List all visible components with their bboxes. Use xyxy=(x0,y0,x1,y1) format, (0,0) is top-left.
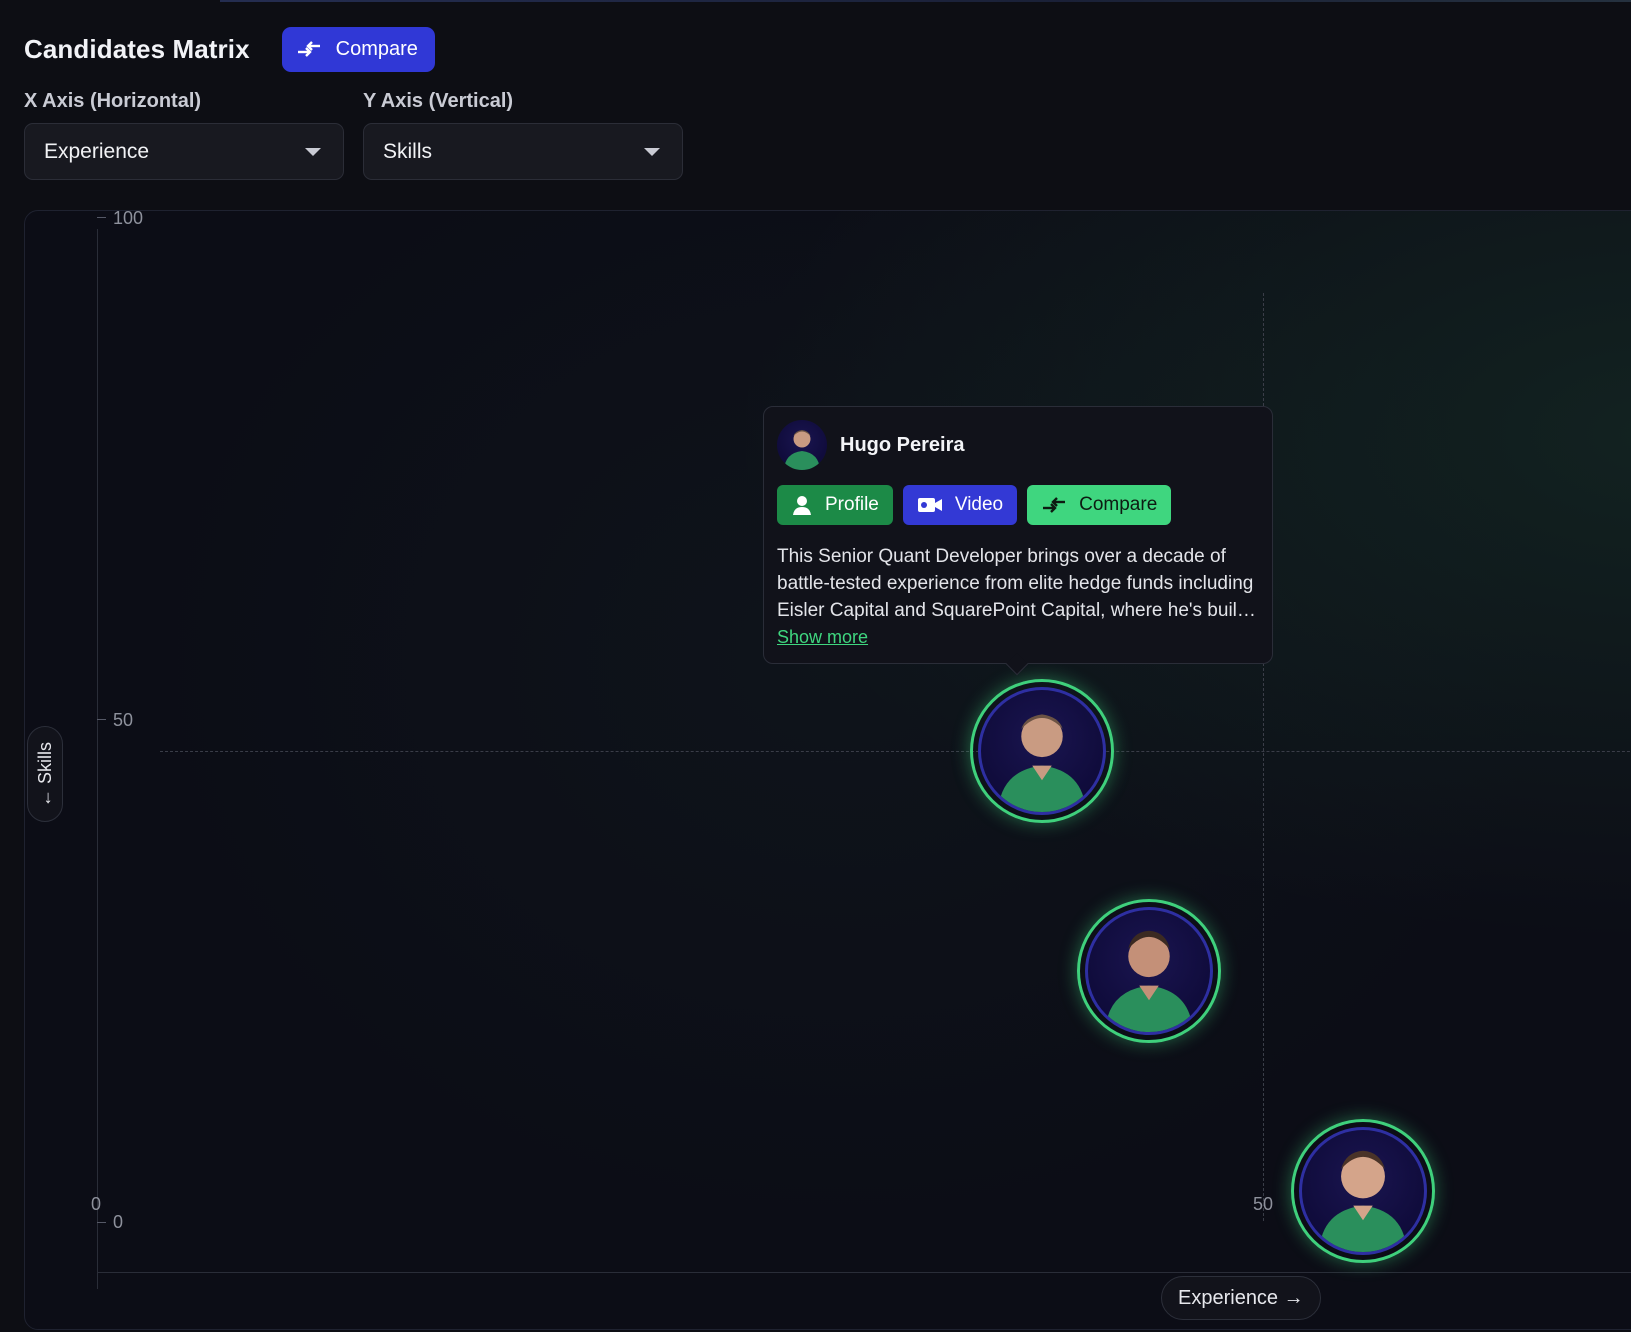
y-tick-mark xyxy=(97,719,106,720)
top-progress-line xyxy=(220,0,1631,2)
y-tick-mark xyxy=(97,217,106,218)
candidate-photo xyxy=(1085,907,1213,1035)
candidate-name: Hugo Pereira xyxy=(840,433,965,456)
candidate-description: This Senior Quant Developer brings over … xyxy=(777,546,1256,621)
y-tick-50: 50 xyxy=(113,710,134,730)
matrix-plot[interactable]: 100 50 0 0 50 ← Skills Experience → xyxy=(24,210,1631,1330)
person-icon xyxy=(998,714,1086,812)
y-tick-0: 0 xyxy=(113,1212,124,1232)
video-camera-icon xyxy=(917,498,942,512)
compare-candidate-button[interactable]: Compare xyxy=(1027,485,1172,525)
x-axis-pill: Experience → xyxy=(1161,1276,1321,1320)
tooltip-header: Hugo Pereira xyxy=(777,419,1259,471)
person-icon xyxy=(784,430,820,470)
person-icon xyxy=(1319,1150,1407,1252)
x-axis-control: X Axis (Horizontal) Experience xyxy=(24,90,344,180)
y-tick-mark xyxy=(97,1222,106,1223)
x-axis-select[interactable]: Experience xyxy=(24,123,344,180)
x-axis-line xyxy=(97,1272,1631,1273)
person-icon xyxy=(1105,930,1193,1032)
candidate-tooltip: Hugo Pereira Profile Video Compare This … xyxy=(763,406,1273,676)
candidate-photo xyxy=(978,687,1106,815)
avatar[interactable] xyxy=(777,420,827,470)
axis-controls: X Axis (Horizontal) Experience Y Axis (V… xyxy=(24,90,683,180)
page-title: Candidates Matrix xyxy=(24,33,250,64)
compare-candidate-label: Compare xyxy=(1079,494,1158,515)
compare-arrows-icon xyxy=(297,41,320,57)
candidate-avatar[interactable] xyxy=(1291,1119,1435,1263)
show-more-link[interactable]: Show more xyxy=(777,627,868,648)
candidate-photo xyxy=(1299,1127,1427,1255)
candidate-avatar[interactable] xyxy=(1077,899,1221,1043)
caret-down-icon xyxy=(644,147,660,156)
compare-arrows-icon xyxy=(1043,497,1066,513)
compare-button-label: Compare xyxy=(335,37,418,60)
tooltip-actions: Profile Video Compare xyxy=(777,485,1259,525)
x-axis-select-value: Experience xyxy=(44,139,150,163)
video-button[interactable]: Video xyxy=(902,485,1018,525)
y-axis-control: Y Axis (Vertical) Skills xyxy=(363,90,683,180)
user-icon xyxy=(793,496,811,515)
compare-button[interactable]: Compare xyxy=(281,26,435,72)
y-axis-select-value: Skills xyxy=(383,139,433,163)
profile-button-label: Profile xyxy=(825,494,879,515)
y-axis-label: Y Axis (Vertical) xyxy=(363,90,514,112)
y-axis-line xyxy=(97,229,98,1289)
y-axis-select[interactable]: Skills xyxy=(363,123,683,180)
y-axis-pill: ← Skills xyxy=(27,726,63,822)
y-tick-100: 100 xyxy=(113,210,144,228)
x-tick-0: 0 xyxy=(91,1194,102,1214)
grid-line-horizontal xyxy=(160,751,1631,752)
video-button-label: Video xyxy=(954,494,1004,515)
x-axis-label: X Axis (Horizontal) xyxy=(24,90,202,112)
header: Candidates Matrix Compare xyxy=(24,26,435,72)
candidate-avatar[interactable] xyxy=(970,679,1114,823)
caret-down-icon xyxy=(305,147,321,156)
y-axis-pill-label: ← Skills xyxy=(34,741,55,807)
profile-button[interactable]: Profile xyxy=(777,485,893,525)
